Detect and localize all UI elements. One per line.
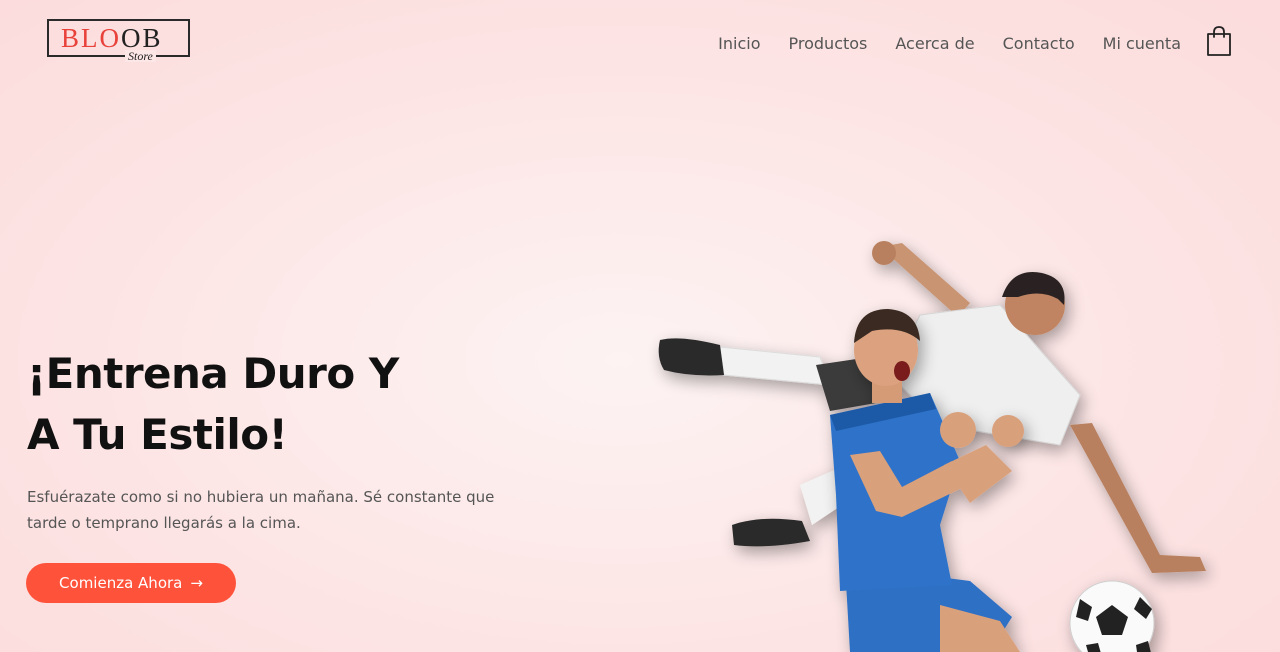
- soccer-players-illustration: [658, 241, 1206, 652]
- cta-button[interactable]: Comienza Ahora →: [26, 563, 236, 603]
- hero-description: Esfuérazate como si no hubiera un mañana…: [27, 484, 537, 536]
- hero-title-line: A Tu Estilo!: [27, 410, 288, 459]
- brand-logo[interactable]: BLOOB Store: [47, 19, 190, 62]
- logo-subtitle: Store: [125, 50, 156, 62]
- logo-letter: L: [81, 23, 100, 53]
- hero-title-line: ¡Entrena Duro Y: [27, 349, 399, 398]
- main-nav: Inicio Productos Acerca de Contacto Mi c…: [718, 33, 1181, 55]
- hero-description-line: tarde o temprano llegarás a la cima.: [27, 514, 301, 532]
- hero-title: ¡Entrena Duro Y A Tu Estilo!: [27, 343, 399, 465]
- site-header: BLOOB Store Inicio Productos Acerca de C…: [0, 0, 1280, 88]
- logo-letter: B: [61, 23, 82, 53]
- nav-item-productos[interactable]: Productos: [789, 33, 868, 55]
- nav-item-mi-cuenta[interactable]: Mi cuenta: [1103, 33, 1181, 55]
- nav-item-inicio[interactable]: Inicio: [718, 33, 760, 55]
- logo-letter: O: [99, 23, 122, 53]
- cta-label: Comienza Ahora: [59, 574, 183, 592]
- shopping-bag-icon: [1207, 26, 1231, 56]
- cart-button[interactable]: [1205, 25, 1233, 57]
- arrow-right-icon: →: [190, 574, 203, 592]
- nav-item-acerca-de[interactable]: Acerca de: [895, 33, 974, 55]
- hero-image: [640, 225, 1260, 652]
- nav-item-contacto[interactable]: Contacto: [1003, 33, 1075, 55]
- hero-description-line: Esfuérazate como si no hubiera un mañana…: [27, 488, 495, 506]
